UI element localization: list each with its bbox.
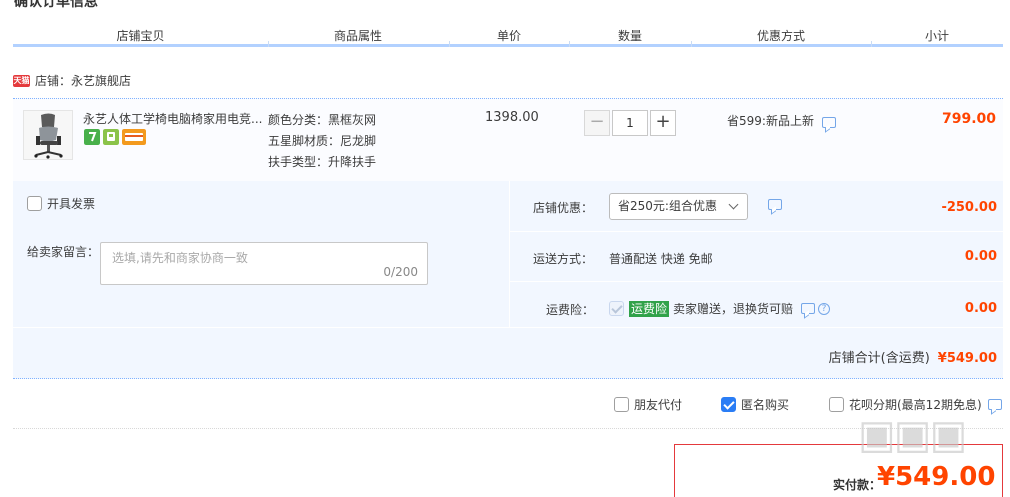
column-header-quantity: 数量	[617, 29, 642, 43]
shop-total: 店铺合计(含运费) ¥549.00	[829, 347, 997, 366]
office-chair-icon	[24, 111, 72, 159]
column-divider	[569, 41, 570, 47]
final-payment-value: ¥549.00	[877, 462, 996, 492]
attribute-base-material: 五星脚材质：尼龙脚	[268, 134, 377, 148]
watermark-logo-icon: ▣▣▣	[858, 412, 967, 458]
friend-pay-option[interactable]: 朋友代付	[614, 396, 682, 413]
quantity-stepper: − 1 +	[584, 110, 676, 136]
unit-price: 1398.00	[485, 110, 539, 125]
shop-line: 天猫 店铺：永艺旗舰店	[13, 72, 131, 89]
invoice-label: 开具发票	[47, 197, 96, 211]
message-char-counter: 0/200	[383, 265, 418, 279]
product-thumbnail[interactable]	[23, 110, 73, 160]
message-textarea[interactable]: 选填,请先和商家协商一致 0/200	[100, 242, 428, 285]
anonymous-purchase-option[interactable]: 匿名购买	[721, 396, 789, 413]
service-icons	[84, 129, 146, 145]
installment-option[interactable]: 花呗分期(最高12期免息)	[829, 396, 1002, 413]
installment-label: 花呗分期(最高12期免息)	[849, 398, 982, 412]
column-header-promotion: 优惠方式	[756, 29, 805, 43]
column-divider	[871, 41, 872, 47]
column-divider	[268, 41, 269, 47]
quantity-input[interactable]: 1	[612, 110, 648, 136]
insurance-badge: 运费险	[629, 300, 670, 317]
cart-table-header: 店铺宝贝 商品属性 单价 数量 优惠方式 小计	[13, 21, 1003, 47]
invoice-checkbox[interactable]	[27, 196, 42, 211]
order-options-panel: 开具发票 给卖家留言： 选填,请先和商家协商一致 0/200 店铺优惠： 省25…	[13, 181, 1004, 327]
credit-card-icon[interactable]	[122, 129, 146, 145]
tmall-badge-icon: 天猫	[13, 74, 30, 87]
shop-name[interactable]: 店铺：永艺旗舰店	[35, 72, 131, 89]
final-payment-label: 实付款：	[833, 478, 882, 492]
shop-total-label: 店铺合计(含运费)	[828, 351, 930, 366]
comment-icon[interactable]	[987, 399, 1002, 410]
section-title: 确认订单信息	[14, 0, 98, 10]
item-promotion: 省599:新品上新	[727, 112, 836, 129]
product-title-link[interactable]: 永艺人体工学椅电脑椅家用电竞...	[83, 110, 265, 127]
anonymous-purchase-checkbox[interactable]	[721, 397, 736, 412]
attribute-color: 颜色分类：黑框灰网	[268, 113, 377, 127]
column-divider	[449, 41, 450, 47]
seven-day-return-icon[interactable]	[84, 129, 100, 145]
installment-checkbox[interactable]	[829, 397, 844, 412]
row-divider	[510, 231, 1004, 232]
shop-total-value: ¥549.00	[937, 351, 997, 366]
shipping-label: 运送方式：	[533, 252, 594, 266]
order-summary-options: 店铺优惠： 省250元:组合优惠 -250.00 运送方式： 普通配送 快递 免…	[509, 181, 1004, 327]
help-icon[interactable]: ?	[818, 302, 831, 315]
anonymous-purchase-label: 匿名购买	[741, 398, 790, 412]
column-header-subtotal: 小计	[924, 29, 949, 43]
attribute-armrest: 扶手类型：升降扶手	[268, 155, 377, 169]
insurance-text: 卖家赠送，退换货可赔	[673, 302, 794, 316]
shop-discount-select[interactable]: 省250元:组合优惠	[609, 193, 748, 220]
shop-discount-selected: 省250元:组合优惠	[618, 199, 717, 213]
shipping-amount: 0.00	[964, 249, 997, 264]
item-subtotal: 799.00	[941, 111, 996, 127]
promotion-text: 省599:新品上新	[727, 114, 814, 128]
product-attributes: 颜色分类：黑框灰网 五星脚材质：尼龙脚 扶手类型：升降扶手	[268, 110, 376, 173]
comment-icon[interactable]	[768, 199, 782, 210]
quantity-decrease-button[interactable]: −	[584, 110, 610, 136]
message-label: 给卖家留言：	[27, 245, 100, 259]
message-placeholder: 选填,请先和商家协商一致	[112, 251, 248, 265]
friend-pay-label: 朋友代付	[634, 398, 683, 412]
quantity-increase-button[interactable]: +	[650, 110, 676, 136]
column-header-item: 店铺宝贝	[116, 29, 165, 43]
shop-discount-amount: -250.00	[941, 200, 997, 215]
column-header-attributes: 商品属性	[333, 29, 382, 43]
friend-pay-checkbox[interactable]	[614, 397, 629, 412]
shop-discount-label: 店铺优惠：	[533, 201, 594, 215]
shop-total-row: 店铺合计(含运费) ¥549.00	[13, 327, 1003, 379]
insurance-label: 运费险：	[546, 303, 595, 317]
comment-icon[interactable]	[801, 303, 816, 314]
insurance-option: 运费险 卖家赠送，退换货可赔 ?	[609, 300, 831, 317]
insurance-amount: 0.00	[964, 301, 997, 316]
invoice-option[interactable]: 开具发票	[27, 195, 95, 212]
insurance-checkbox	[609, 301, 624, 316]
cart-item-row: 永艺人体工学椅电脑椅家用电竞... 颜色分类：黑框灰网 五星脚材质：尼龙脚 扶手…	[13, 98, 1003, 181]
warranty-badge-icon[interactable]	[103, 129, 119, 145]
comment-icon[interactable]	[821, 117, 836, 128]
payment-options: 朋友代付 匿名购买 花呗分期(最高12期免息)	[13, 380, 1003, 429]
shipping-method: 普通配送 快递 免邮	[609, 252, 713, 266]
row-divider	[510, 281, 1004, 282]
column-divider	[691, 41, 692, 47]
chevron-down-icon	[728, 199, 739, 210]
column-header-unit-price: 单价	[496, 29, 521, 43]
